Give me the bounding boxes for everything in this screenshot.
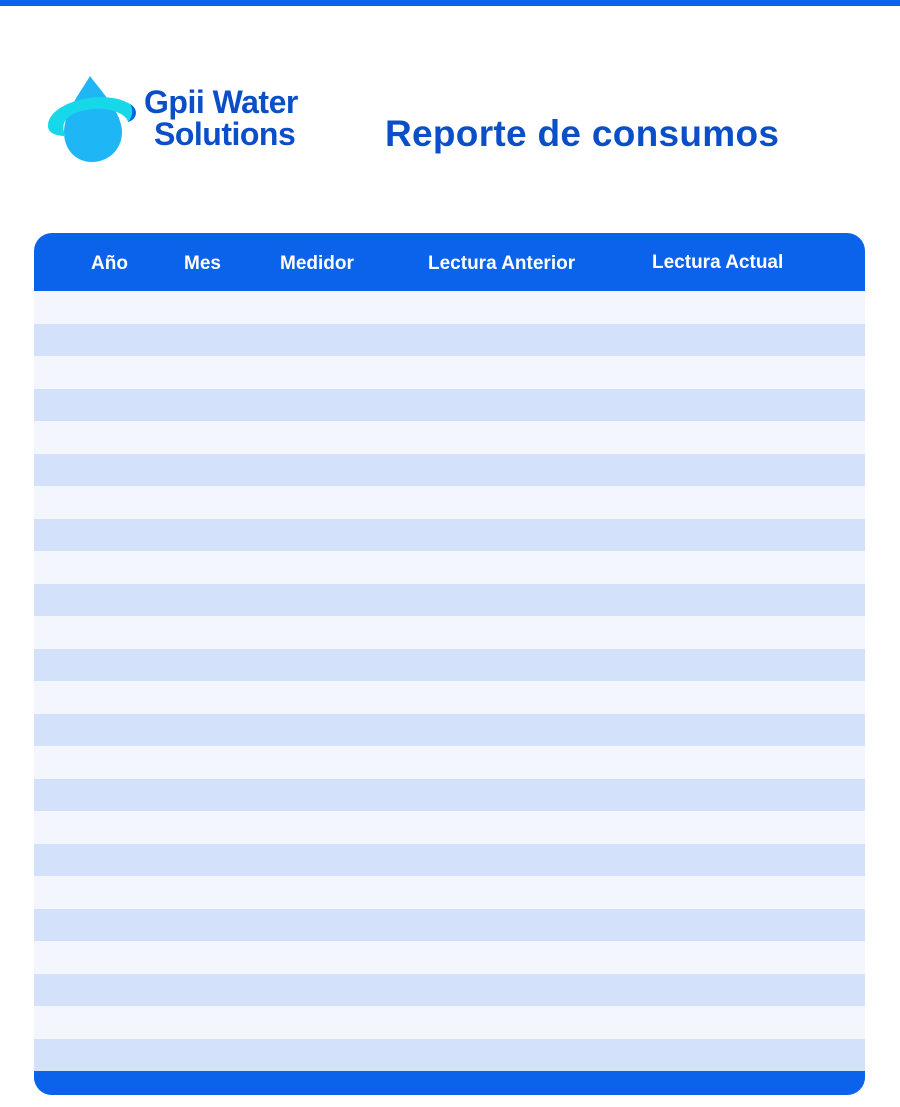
- brand-logo: Gpii Water Solutions: [44, 74, 334, 166]
- table-row: [34, 778, 865, 811]
- table-row: [34, 356, 865, 389]
- table-row: [34, 876, 865, 909]
- table-row: [34, 323, 865, 356]
- page-title: Reporte de consumos: [385, 113, 780, 154]
- table-row: [34, 518, 865, 551]
- table-row: [34, 908, 865, 941]
- brand-name-line2: Solutions: [154, 116, 296, 152]
- table-row: [34, 648, 865, 681]
- column-header-year: Año: [91, 253, 128, 274]
- column-header-current-reading: Lectura Actual: [652, 252, 784, 273]
- table-row: [34, 811, 865, 844]
- table-row: [34, 421, 865, 454]
- table-row: [34, 583, 865, 616]
- consumption-table: Año Mes Medidor Lectura Anterior Lectura…: [34, 233, 865, 1095]
- column-header-meter: Medidor: [280, 253, 354, 274]
- table-row: [34, 681, 865, 714]
- table-row: [34, 973, 865, 1006]
- top-accent-bar: [0, 0, 900, 6]
- table-row: [34, 486, 865, 519]
- brand-name-line1: Gpii Water: [144, 84, 298, 120]
- brand-name: Gpii Water Solutions: [144, 86, 298, 150]
- column-header-previous-reading: Lectura Anterior: [428, 253, 576, 274]
- table-row: [34, 713, 865, 746]
- column-header-month: Mes: [184, 253, 221, 274]
- table-row: [34, 746, 865, 779]
- table-row: [34, 1006, 865, 1039]
- table-body: [34, 291, 865, 1071]
- table-row: [34, 843, 865, 876]
- table-row: [34, 388, 865, 421]
- table-row: [34, 616, 865, 649]
- table-footer: [34, 1075, 865, 1095]
- table-row: [34, 453, 865, 486]
- table-row: [34, 291, 865, 324]
- table-header: Año Mes Medidor Lectura Anterior Lectura…: [34, 233, 865, 291]
- table-row: [34, 551, 865, 584]
- table-row: [34, 941, 865, 974]
- table-row: [34, 1038, 865, 1071]
- water-drop-icon: [48, 76, 136, 162]
